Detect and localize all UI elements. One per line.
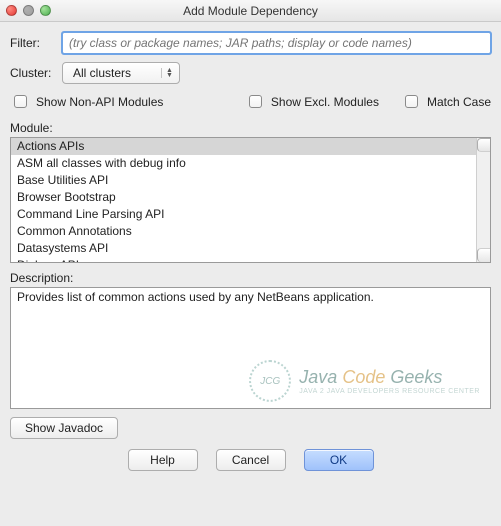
list-item[interactable]: Browser Bootstrap: [11, 189, 490, 206]
list-item[interactable]: Dialogs API: [11, 257, 490, 263]
list-item[interactable]: Command Line Parsing API: [11, 206, 490, 223]
cluster-row: Cluster: All clusters ▲▼: [10, 62, 491, 84]
cluster-selected: All clusters: [73, 66, 161, 80]
help-button[interactable]: Help: [128, 449, 198, 471]
list-item[interactable]: Actions APIs: [11, 138, 490, 155]
options-row: Show Non-API Modules Show Excl. Modules …: [10, 92, 491, 111]
scroll-down-icon[interactable]: ▼: [477, 248, 491, 262]
checkbox-icon[interactable]: [14, 95, 27, 108]
checkbox-icon[interactable]: [405, 95, 418, 108]
show-excl-checkbox[interactable]: Show Excl. Modules: [245, 92, 379, 111]
list-item[interactable]: Datasystems API: [11, 240, 490, 257]
description-text: Provides list of common actions used by …: [17, 290, 484, 304]
cluster-label: Cluster:: [10, 66, 62, 80]
list-item[interactable]: Common Annotations: [11, 223, 490, 240]
window-controls: [6, 5, 51, 16]
cluster-select[interactable]: All clusters ▲▼: [62, 62, 180, 84]
checkbox-icon[interactable]: [249, 95, 262, 108]
wm-subtitle: JAVA 2 JAVA DEVELOPERS RESOURCE CENTER: [299, 388, 480, 395]
filter-row: Filter:: [10, 32, 491, 54]
excl-label: Show Excl. Modules: [271, 95, 379, 109]
watermark-badge: JCG: [249, 360, 291, 402]
minimize-icon: [23, 5, 34, 16]
watermark: JCG Java Code Geeks JAVA 2 JAVA DEVELOPE…: [249, 360, 480, 402]
list-item[interactable]: ASM all classes with debug info: [11, 155, 490, 172]
scroll-up-icon[interactable]: ▲: [477, 138, 491, 152]
wm-word2: Code: [342, 367, 385, 387]
filter-label: Filter:: [10, 36, 62, 50]
window-title: Add Module Dependency: [0, 4, 501, 18]
ok-button[interactable]: OK: [304, 449, 374, 471]
zoom-icon[interactable]: [40, 5, 51, 16]
match-case-label: Match Case: [427, 95, 491, 109]
close-icon[interactable]: [6, 5, 17, 16]
list-item[interactable]: Base Utilities API: [11, 172, 490, 189]
bottom-bar: Help Cancel OK: [10, 443, 491, 475]
show-non-api-checkbox[interactable]: Show Non-API Modules: [10, 92, 163, 111]
description-label: Description:: [10, 271, 491, 285]
filter-input[interactable]: [62, 32, 491, 54]
cancel-button[interactable]: Cancel: [216, 449, 286, 471]
module-label: Module:: [10, 121, 491, 135]
cancel-label: Cancel: [232, 453, 269, 467]
show-javadoc-button[interactable]: Show Javadoc: [10, 417, 118, 439]
chevron-updown-icon: ▲▼: [161, 68, 175, 78]
wm-word3: Geeks: [390, 367, 442, 387]
scrollbar[interactable]: ▲ ▼: [476, 138, 490, 262]
match-case-checkbox[interactable]: Match Case: [401, 92, 491, 111]
titlebar: Add Module Dependency: [0, 0, 501, 22]
javadoc-label: Show Javadoc: [25, 421, 103, 435]
non-api-label: Show Non-API Modules: [36, 95, 163, 109]
help-label: Help: [150, 453, 175, 467]
wm-word1: Java: [299, 367, 337, 387]
dialog-content: Filter: Cluster: All clusters ▲▼ Show No…: [0, 22, 501, 481]
description-box: Provides list of common actions used by …: [10, 287, 491, 409]
ok-label: OK: [330, 453, 347, 467]
module-listbox[interactable]: Actions APIs ASM all classes with debug …: [10, 137, 491, 263]
